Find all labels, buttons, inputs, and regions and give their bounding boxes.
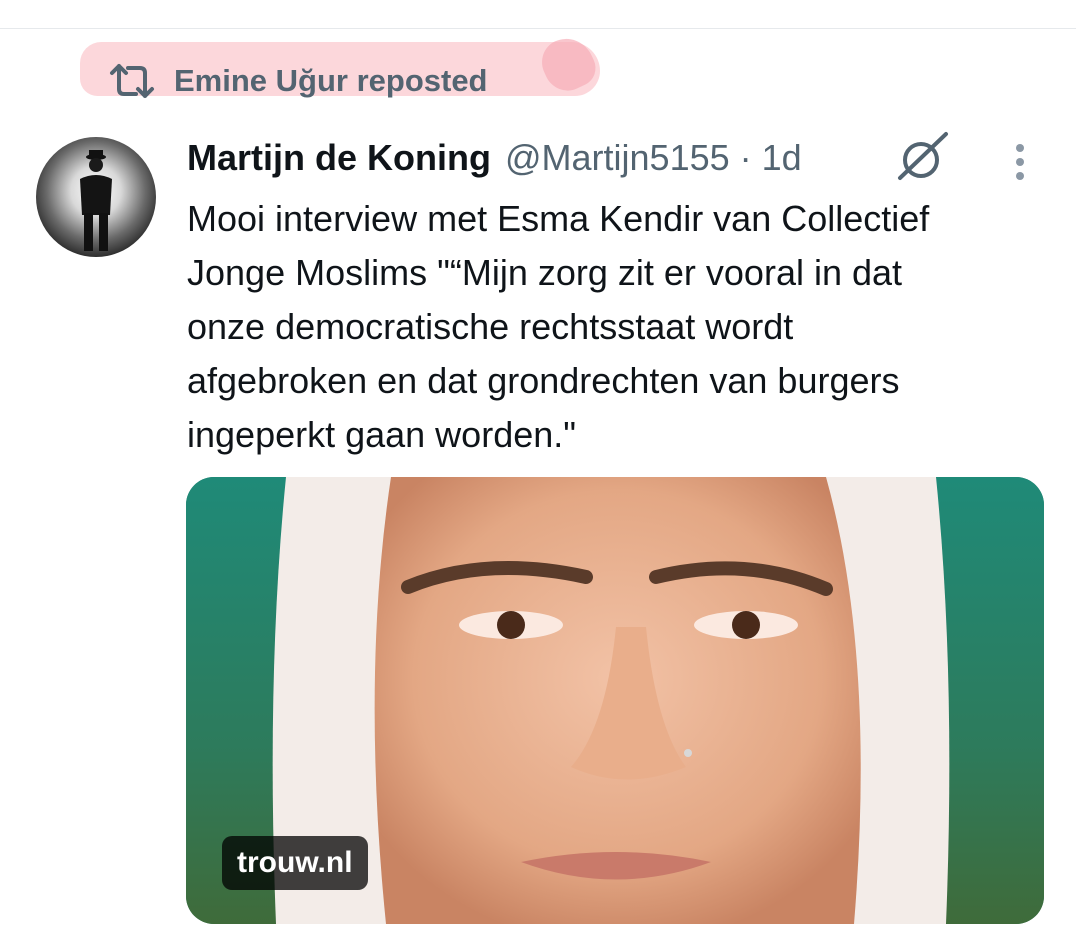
tweet-text-line: Mooi interview met Esma Kendir van Colle… [187,198,930,239]
source-badge: trouw.nl [222,836,368,890]
tweet-text: Mooi interview met Esma Kendir van Colle… [187,192,1057,462]
author-handle[interactable]: @Martijn5155 [505,137,730,179]
tweet-header: Martijn de Koning @Martijn5155 · 1d [187,134,802,182]
link-preview-card[interactable]: trouw.nl [186,477,1044,924]
tweet-text-line: afgebroken en dat grondrechten van burge… [187,360,900,401]
more-vertical-icon[interactable] [1006,138,1034,186]
repost-context[interactable]: Emine Uğur reposted [108,58,488,104]
tweet-text-line: ingeperkt gaan worden." [187,414,577,455]
repost-label[interactable]: Emine Uğur reposted [174,63,488,99]
tweet-text-line: onze democratische rechtsstaat wordt [187,306,794,347]
top-divider [0,28,1076,29]
meta-separator: · [739,137,752,178]
tweet-text-line: Jonge Moslims "“Mijn zorg zit er vooral … [187,252,903,293]
grok-icon[interactable] [896,130,950,184]
author-name[interactable]: Martijn de Koning [187,137,491,179]
repost-icon [108,63,156,99]
timestamp[interactable]: 1d [762,137,802,179]
avatar[interactable] [36,137,156,257]
